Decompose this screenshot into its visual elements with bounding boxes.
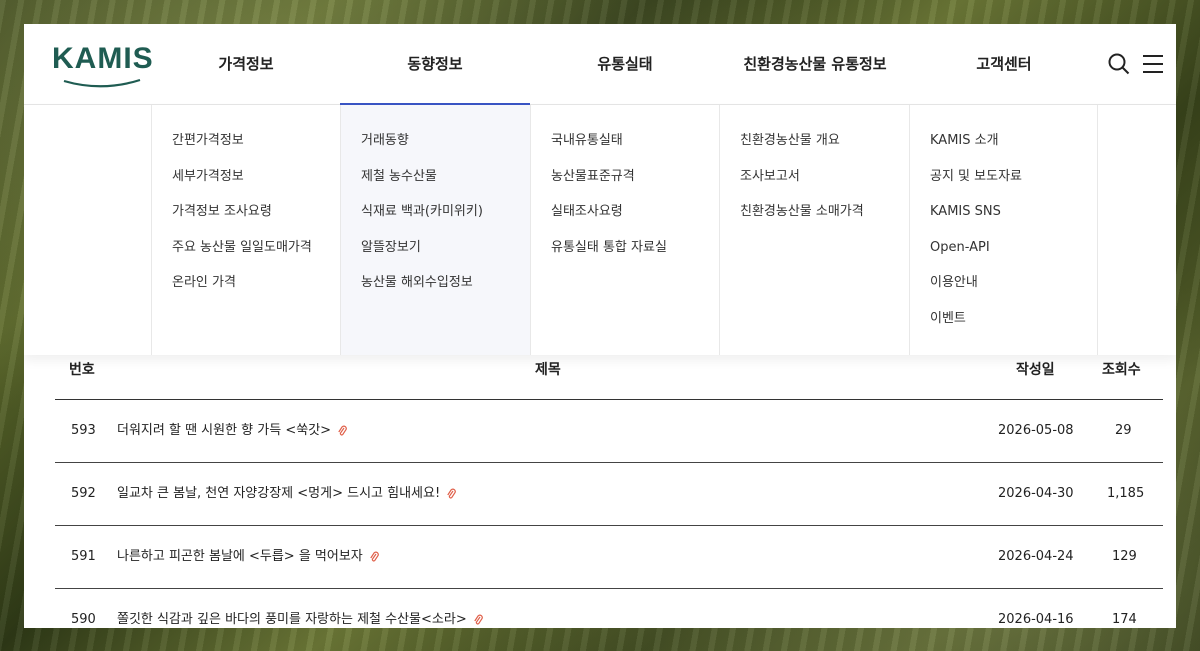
mega-col-distribution: 국내유통실태 농산물표준규격 실태조사요령 유통실태 통합 자료실: [530, 105, 720, 355]
row-title[interactable]: 나른하고 피곤한 봄날에 <두릅> 을 먹어보자: [117, 549, 363, 564]
row-date: 2026-04-16: [998, 612, 1074, 627]
row-title-wrap: 일교차 큰 봄날, 천연 자양강장제 <멍게> 드시고 힘내세요!: [117, 463, 457, 525]
row-views: 1,185: [1107, 486, 1145, 501]
logo-swoosh-icon: [63, 78, 141, 88]
row-views: 129: [1112, 549, 1137, 564]
mega-link-kamis-sns[interactable]: KAMIS SNS: [910, 194, 1097, 230]
mega-col-trend-info: 거래동향 제철 농수산물 식재료 백과(카미위키) 알뜰장보기 농산물 해외수입…: [340, 105, 531, 355]
mega-link-domestic-distribution[interactable]: 국내유통실태: [531, 123, 720, 159]
row-title[interactable]: 더워지려 할 땐 시원한 향 가득 <쑥갓>: [117, 423, 331, 438]
row-title-wrap: 더워지려 할 땐 시원한 향 가득 <쑥갓>: [117, 400, 347, 462]
mega-link-simple-price[interactable]: 간편가격정보: [152, 123, 341, 159]
mega-link-seasonal-produce[interactable]: 제철 농수산물: [341, 159, 531, 195]
row-title[interactable]: 일교차 큰 봄날, 천연 자양강장제 <멍게> 드시고 힘내세요!: [117, 486, 440, 501]
row-views: 174: [1112, 612, 1137, 627]
mega-link-daily-wholesale[interactable]: 주요 농산물 일일도매가격: [152, 230, 341, 266]
board-table: 번호 제목 작성일 조회수 593 더워지려 할 땐 시원한 향 가득 <쑥갓>…: [55, 355, 1163, 628]
mega-link-standard-spec[interactable]: 농산물표준규격: [531, 159, 720, 195]
mega-col-eco: 친환경농산물 개요 조사보고서 친환경농산물 소매가격: [719, 105, 910, 355]
mega-col-customer: KAMIS 소개 공지 및 보도자료 KAMIS SNS Open-API 이용…: [909, 105, 1098, 355]
row-title-wrap: 쫄깃한 식감과 깊은 바다의 풍미를 자랑하는 제철 수산물<소라>: [117, 589, 483, 628]
table-row[interactable]: 592 일교차 큰 봄날, 천연 자양강장제 <멍게> 드시고 힘내세요! 20…: [55, 463, 1163, 526]
paperclip-icon: [474, 614, 483, 625]
mega-col-price-info: 간편가격정보 세부가격정보 가격정보 조사요령 주요 농산물 일일도매가격 온라…: [151, 105, 341, 355]
mega-link-integrated-archive[interactable]: 유통실태 통합 자료실: [531, 230, 720, 266]
nav-item-price-info[interactable]: 가격정보: [152, 24, 340, 104]
mega-link-kamiwiki[interactable]: 식재료 백과(카미위키): [341, 194, 531, 230]
row-title-wrap: 나른하고 피곤한 봄날에 <두릅> 을 먹어보자: [117, 526, 379, 588]
mega-link-detail-price[interactable]: 세부가격정보: [152, 159, 341, 195]
table-row[interactable]: 590 쫄깃한 식감과 깊은 바다의 풍미를 자랑하는 제철 수산물<소라> 2…: [55, 589, 1163, 628]
nav-item-distribution[interactable]: 유통실태: [530, 24, 720, 104]
mega-link-eco-retail-price[interactable]: 친환경농산물 소매가격: [720, 194, 910, 230]
page-container: KAMIS 가격정보 동향정보 유통실태 친환경농산물 유통정보 고객센터 간편…: [24, 24, 1176, 628]
mega-link-survey-report[interactable]: 조사보고서: [720, 159, 910, 195]
table-header: 번호 제목 작성일 조회수: [55, 355, 1163, 400]
row-views: 29: [1115, 423, 1132, 438]
mega-link-smart-shopping[interactable]: 알뜰장보기: [341, 230, 531, 266]
mega-link-usage-guide[interactable]: 이용안내: [910, 265, 1097, 301]
header-title: 제목: [535, 362, 561, 378]
nav-item-customer-center[interactable]: 고객센터: [910, 24, 1098, 104]
mega-menu: 간편가격정보 세부가격정보 가격정보 조사요령 주요 농산물 일일도매가격 온라…: [24, 105, 1176, 355]
mega-link-survey-guide[interactable]: 실태조사요령: [531, 194, 720, 230]
paperclip-icon: [447, 488, 457, 499]
header-views: 조회수: [1102, 362, 1141, 378]
header-date: 작성일: [1016, 362, 1055, 378]
table-row[interactable]: 591 나른하고 피곤한 봄날에 <두릅> 을 먹어보자 2026-04-24 …: [55, 526, 1163, 589]
site-header: KAMIS 가격정보 동향정보 유통실태 친환경농산물 유통정보 고객센터: [24, 24, 1176, 105]
header-number: 번호: [69, 362, 95, 378]
mega-link-open-api[interactable]: Open-API: [910, 230, 1097, 266]
hamburger-menu-icon[interactable]: [1142, 54, 1164, 74]
row-date: 2026-04-30: [998, 486, 1074, 501]
mega-link-import-info[interactable]: 농산물 해외수입정보: [341, 265, 531, 301]
row-date: 2026-05-08: [998, 423, 1074, 438]
nav-item-eco-distribution[interactable]: 친환경농산물 유통정보: [720, 24, 910, 104]
paperclip-icon: [338, 425, 347, 436]
row-title[interactable]: 쫄깃한 식감과 깊은 바다의 풍미를 자랑하는 제철 수산물<소라>: [117, 612, 467, 627]
row-number: 590: [71, 612, 96, 627]
mega-link-kamis-intro[interactable]: KAMIS 소개: [910, 123, 1097, 159]
mega-link-online-price[interactable]: 온라인 가격: [152, 265, 341, 301]
nav-item-trend-info[interactable]: 동향정보: [340, 24, 530, 105]
mega-link-eco-overview[interactable]: 친환경농산물 개요: [720, 123, 910, 159]
paperclip-icon: [370, 551, 379, 562]
logo-text: KAMIS: [52, 42, 154, 75]
row-number: 593: [71, 423, 96, 438]
table-row[interactable]: 593 더워지려 할 땐 시원한 향 가득 <쑥갓> 2026-05-08 29: [55, 400, 1163, 463]
row-date: 2026-04-24: [998, 549, 1074, 564]
mega-link-notice-press[interactable]: 공지 및 보도자료: [910, 159, 1097, 195]
mega-link-event[interactable]: 이벤트: [910, 301, 1097, 337]
mega-link-trade-trend[interactable]: 거래동향: [341, 123, 531, 159]
row-number: 592: [71, 486, 96, 501]
row-number: 591: [71, 549, 96, 564]
mega-link-price-survey[interactable]: 가격정보 조사요령: [152, 194, 341, 230]
kamis-logo[interactable]: KAMIS: [52, 42, 154, 88]
search-icon[interactable]: [1108, 53, 1130, 75]
